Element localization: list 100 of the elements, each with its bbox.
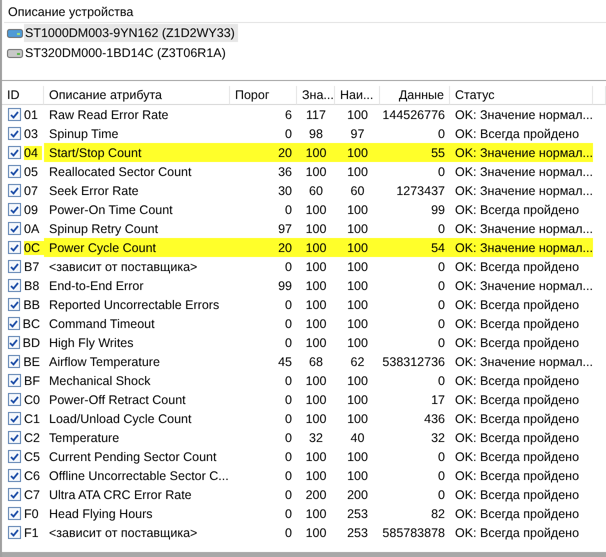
checkbox[interactable] bbox=[8, 317, 20, 330]
table-cell-text: 585783878 bbox=[381, 524, 446, 542]
checkbox[interactable] bbox=[8, 393, 21, 406]
column-header[interactable]: Зна... bbox=[297, 86, 335, 105]
table-cell-text: 0 bbox=[284, 506, 293, 522]
table-cell-text: 100 bbox=[304, 372, 328, 390]
table-cell-text: 100 bbox=[304, 468, 328, 484]
table-cell-text: 0 bbox=[437, 316, 446, 332]
table-cell-text: OK: Всегда пройдено bbox=[454, 468, 580, 485]
table-cell-text: 01 bbox=[24, 108, 39, 122]
table-cell-text: 0 bbox=[284, 468, 293, 484]
table-cell-text: 1273437 bbox=[395, 182, 446, 200]
table-cell-text: C2 bbox=[24, 430, 41, 444]
checkbox[interactable] bbox=[8, 108, 21, 121]
table-cell-text: 98 bbox=[308, 126, 324, 142]
table-cell: OK: Значение нормал... bbox=[450, 238, 593, 257]
table-cell-text: 03 bbox=[24, 126, 39, 140]
table-cell-text: 07 bbox=[24, 184, 39, 198]
checkbox[interactable] bbox=[8, 241, 21, 254]
checkbox[interactable] bbox=[8, 203, 21, 216]
table-cell-text: 100 bbox=[346, 106, 369, 124]
column-header[interactable]: Описание атрибута bbox=[44, 86, 230, 105]
table-cell-text: OK: Всегда пройдено bbox=[454, 524, 580, 542]
table-cell-text: BC bbox=[22, 316, 41, 330]
column-header[interactable]: Статус bbox=[450, 86, 593, 105]
checkbox[interactable] bbox=[8, 488, 21, 501]
table-cell-text: 05 bbox=[24, 164, 39, 178]
table-cell-text: 200 bbox=[304, 486, 328, 504]
table-cell-text: 6 bbox=[284, 106, 293, 124]
checkbox[interactable] bbox=[8, 222, 21, 235]
checkbox[interactable] bbox=[8, 450, 21, 463]
checkbox[interactable] bbox=[8, 298, 20, 311]
table-cell-text: 100 bbox=[304, 258, 328, 276]
table-cell-text: 82 bbox=[430, 506, 446, 522]
checkbox[interactable] bbox=[8, 146, 21, 159]
checkbox[interactable] bbox=[8, 507, 21, 520]
table-cell-text: 100 bbox=[346, 372, 369, 390]
checkbox[interactable] bbox=[8, 412, 21, 425]
table-cell-text: OK: Значение нормал... bbox=[454, 164, 593, 181]
table-cell-text: Reallocated Sector Count bbox=[48, 164, 192, 180]
column-header: Описание устройства bbox=[4, 0, 606, 23]
table-cell-text: 0 bbox=[284, 410, 293, 428]
table-cell-text: 0 bbox=[284, 126, 293, 142]
table-cell-text: 99 bbox=[430, 202, 446, 218]
table-cell-text: Temperature bbox=[48, 430, 120, 447]
table-cell-text: 62 bbox=[350, 354, 366, 370]
table-cell-text: 100 bbox=[346, 410, 369, 428]
column-header[interactable]: Наи... bbox=[335, 86, 380, 105]
header-filler bbox=[593, 86, 606, 105]
table-cell: 100 bbox=[297, 238, 335, 257]
table-cell-text: 32 bbox=[430, 430, 446, 446]
table-cell-text: BD bbox=[22, 336, 41, 350]
table-cell-text: Reported Uncorrectable Errors bbox=[48, 296, 220, 314]
device-item[interactable]: ST320DM000-1BD14C (Z3T06R1A) bbox=[24, 44, 229, 62]
table-cell-text: Airflow Temperature bbox=[48, 354, 161, 371]
checkbox[interactable] bbox=[8, 127, 21, 140]
checkbox[interactable] bbox=[8, 279, 21, 292]
device-item[interactable]: ST1000DM003-9YN162 (Z1D2WY33) bbox=[24, 24, 238, 42]
checkbox[interactable] bbox=[8, 165, 21, 178]
table-cell-text: 97 bbox=[350, 126, 366, 142]
table-cell-text: Spinup Time bbox=[48, 126, 120, 143]
table-cell: 20 bbox=[230, 238, 297, 257]
table-cell-text: 100 bbox=[346, 316, 369, 332]
checkbox[interactable] bbox=[8, 260, 21, 273]
table-cell-text: 97 bbox=[277, 220, 293, 238]
table-cell-text: OK: Всегда пройдено bbox=[454, 506, 580, 523]
checkbox[interactable] bbox=[8, 526, 21, 539]
checkbox[interactable] bbox=[8, 184, 21, 197]
table-cell-text: 100 bbox=[304, 202, 328, 218]
table-cell-text: 0 bbox=[437, 486, 446, 504]
checkbox[interactable] bbox=[8, 374, 21, 387]
checkbox[interactable] bbox=[8, 469, 21, 482]
table-cell-text: Load/Unload Cycle Count bbox=[48, 410, 192, 428]
checkbox[interactable] bbox=[8, 431, 21, 444]
table-cell-text: 60 bbox=[308, 182, 324, 200]
column-header[interactable]: Данные bbox=[380, 86, 450, 105]
table-cell-text: OK: Значение нормал... bbox=[454, 220, 593, 238]
column-header[interactable]: ID bbox=[2, 86, 44, 105]
checkbox[interactable] bbox=[8, 355, 20, 368]
table-cell-text: BE bbox=[23, 354, 41, 368]
checkbox[interactable] bbox=[8, 336, 20, 349]
table-cell-text: Current Pending Sector Count bbox=[48, 448, 218, 466]
table-cell-text: 100 bbox=[346, 296, 369, 314]
table-cell-text: 117 bbox=[305, 106, 327, 124]
table-cell-text: 0 bbox=[284, 258, 293, 276]
column-header[interactable]: Порог bbox=[230, 86, 297, 105]
table-cell-text: Power-On Time Count bbox=[48, 202, 174, 218]
table-cell-text: 45 bbox=[277, 354, 293, 370]
table-cell-text: 100 bbox=[304, 524, 328, 542]
table-cell-text: OK: Всегда пройдено bbox=[454, 126, 580, 143]
table-cell-text: Spinup Retry Count bbox=[48, 220, 160, 238]
table-cell-text: 253 bbox=[346, 524, 369, 542]
table-cell-text: 100 bbox=[346, 202, 369, 218]
table-cell-text: BB bbox=[23, 298, 41, 312]
table-cell-text: 100 bbox=[346, 448, 369, 466]
table-cell-text: OK: Всегда пройдено bbox=[454, 202, 580, 219]
table-cell-text: Raw Read Error Rate bbox=[48, 106, 170, 124]
table-cell-text: B8 bbox=[24, 278, 40, 292]
table-cell-text: 32 bbox=[308, 430, 324, 446]
table-cell-text: 200 bbox=[346, 486, 369, 504]
